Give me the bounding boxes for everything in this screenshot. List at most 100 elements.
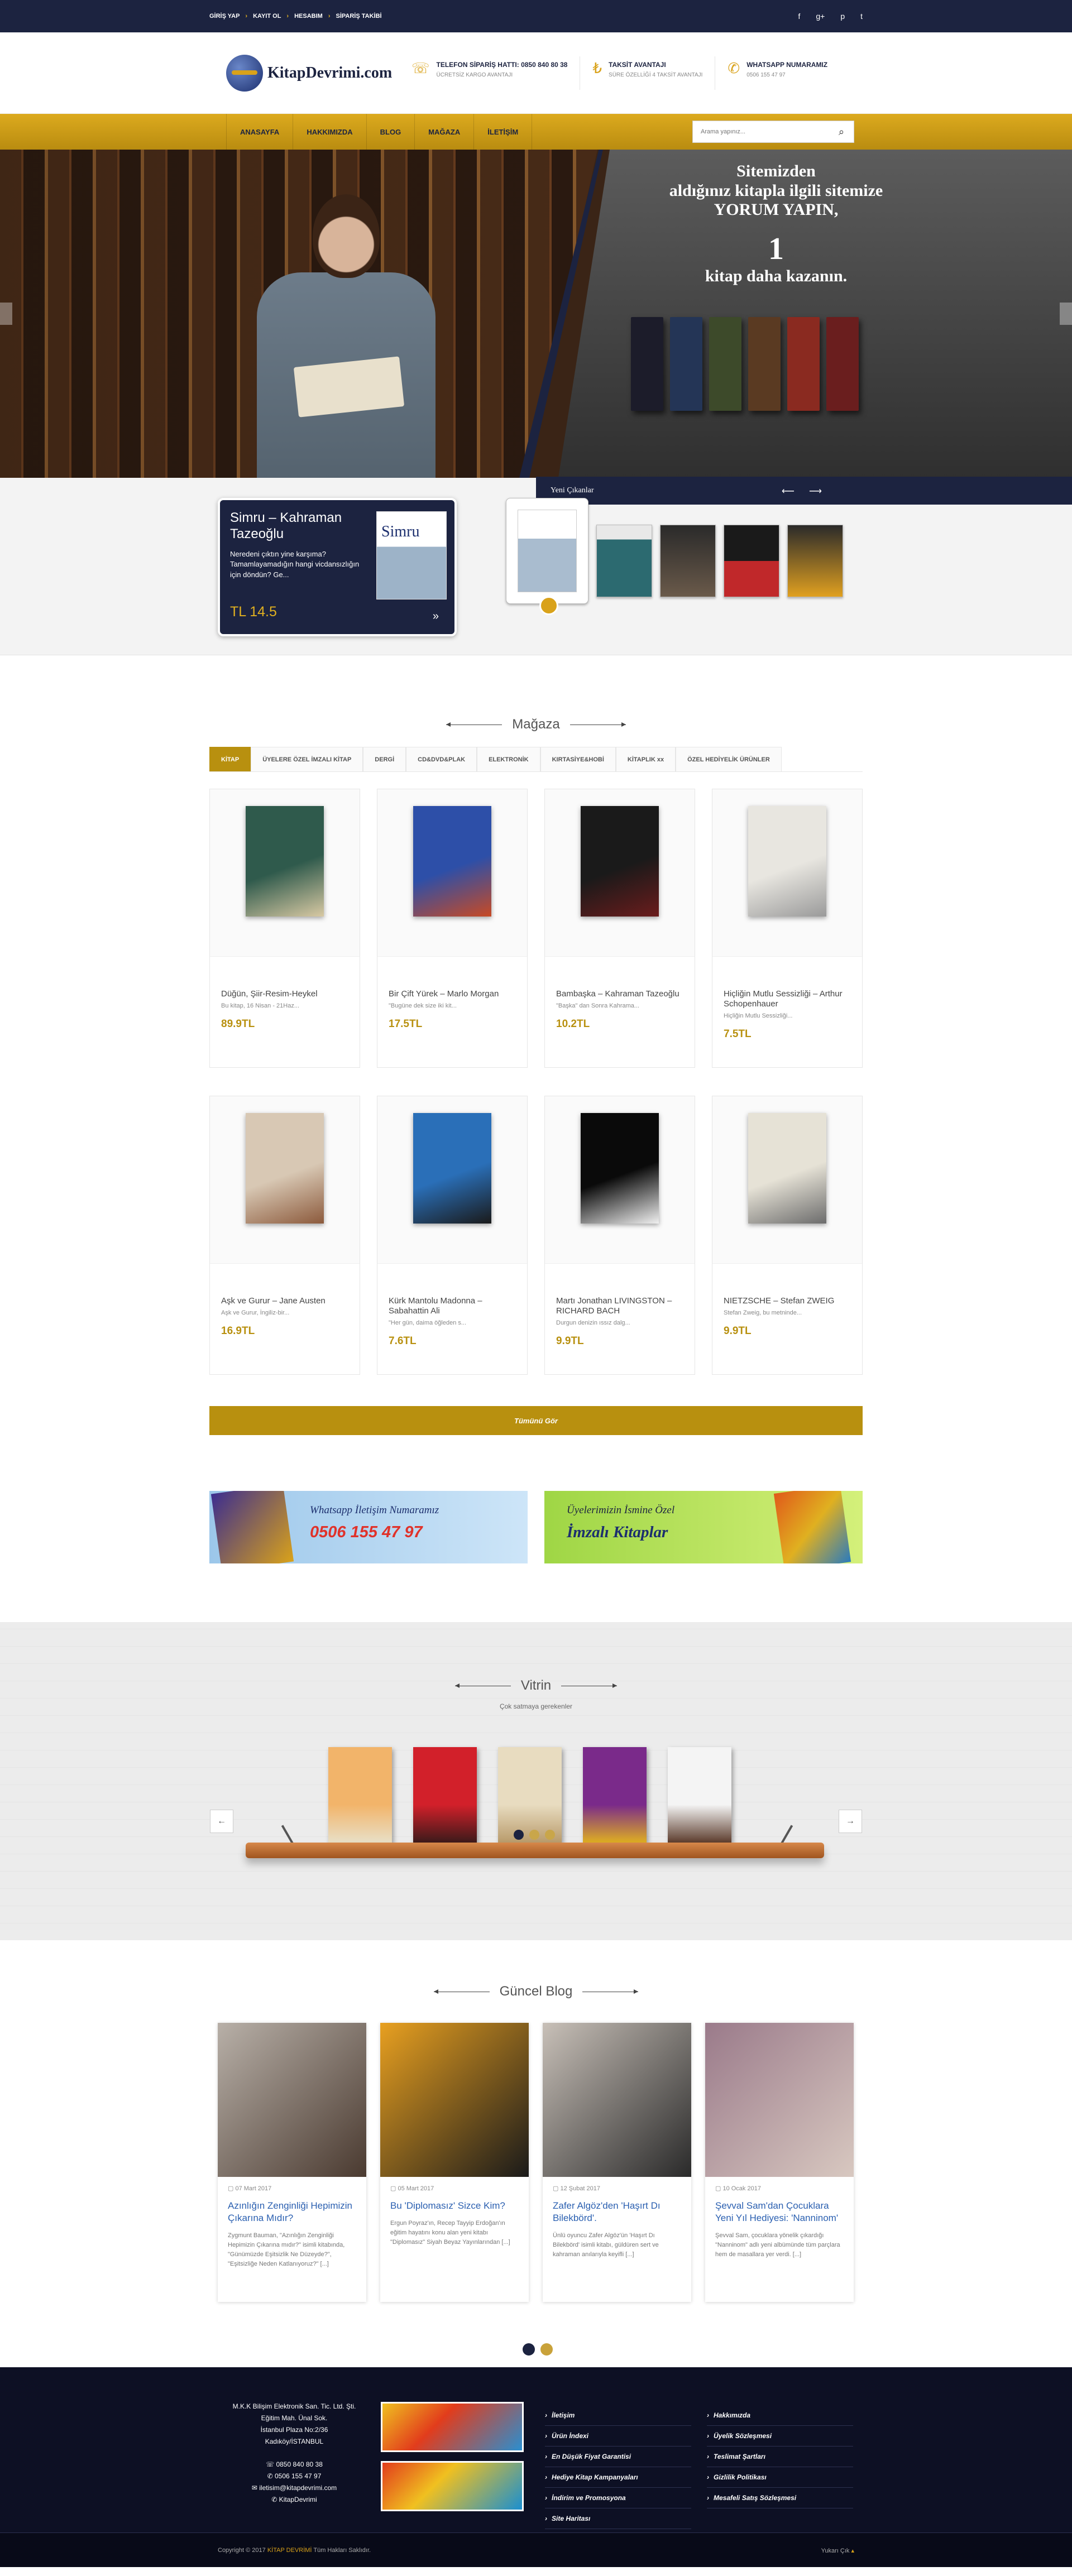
- hero-prev-arrow[interactable]: [0, 303, 12, 325]
- tab-media[interactable]: CD&DVD&PLAK: [406, 747, 477, 771]
- thumb-selected[interactable]: [506, 498, 588, 604]
- product-name[interactable]: Hiçliğin Mutlu Sessizliği – Arthur Schop…: [712, 957, 862, 1009]
- footer-ad-2[interactable]: [381, 2461, 524, 2511]
- product-card[interactable]: Bir Çift Yürek – Marlo Morgan "Bugüne dek…: [377, 789, 528, 1068]
- double-chevron-icon[interactable]: »: [433, 610, 439, 623]
- order-tracking-link[interactable]: SİPARİŞ TAKİBİ: [336, 13, 382, 20]
- nav-home[interactable]: ANASAYFA: [226, 114, 294, 150]
- twitter-icon[interactable]: t: [860, 12, 863, 21]
- footer-link[interactable]: Hediye Kitap Kampanyaları: [545, 2467, 691, 2488]
- tab-electronics[interactable]: ELEKTRONİK: [477, 747, 540, 771]
- blog-post-title[interactable]: Azınlığın Zenginliği Hepimizin Çıkarına …: [218, 2192, 366, 2224]
- dot[interactable]: [545, 1830, 555, 1840]
- blog-post-title[interactable]: Bu 'Diplomasız' Sizce Kim?: [380, 2192, 529, 2212]
- blog-post-title[interactable]: Şevval Sam'dan Çocuklara Yeni Yıl Hediye…: [705, 2192, 854, 2224]
- product-card[interactable]: Martı Jonathan LIVINGSTON – RICHARD BACH…: [544, 1096, 695, 1375]
- footer-link[interactable]: Ürün İndexi: [545, 2426, 691, 2447]
- thumb[interactable]: [660, 525, 716, 597]
- nav-store[interactable]: MAĞAZA: [415, 114, 475, 150]
- footer-link[interactable]: Üyelik Sözleşmesi: [707, 2426, 853, 2447]
- footer-link[interactable]: En Düşük Fiyat Garantisi: [545, 2447, 691, 2467]
- product-name[interactable]: Düğün, Şiir-Resim-Heykel: [210, 957, 360, 999]
- thumb[interactable]: [724, 525, 779, 597]
- footer-link[interactable]: Hakkımızda: [707, 2405, 853, 2426]
- blog-post-image[interactable]: [380, 2023, 529, 2177]
- product-card[interactable]: NIETZSCHE – Stefan ZWEIG Stefan Zweig, bu…: [712, 1096, 863, 1375]
- product-card[interactable]: Hiçliğin Mutlu Sessizliği – Arthur Schop…: [712, 789, 863, 1068]
- whatsapp-banner[interactable]: Whatsapp İletişim Numaramız 0506 155 47 …: [209, 1491, 528, 1563]
- product-image[interactable]: [545, 1096, 695, 1264]
- footer-link[interactable]: İndirim ve Promosyona: [545, 2488, 691, 2508]
- tab-signed[interactable]: ÜYELERE ÖZEL İMZALI KİTAP: [251, 747, 363, 771]
- showcase-book[interactable]: [498, 1747, 562, 1843]
- product-name[interactable]: Martı Jonathan LIVINGSTON – RICHARD BACH: [545, 1264, 695, 1316]
- showcase-book[interactable]: [413, 1747, 477, 1843]
- product-card[interactable]: Bambaşka – Kahraman Tazeoğlu "Başka" dan …: [544, 789, 695, 1068]
- product-name[interactable]: Bir Çift Yürek – Marlo Morgan: [377, 957, 527, 999]
- thumb[interactable]: [787, 525, 843, 597]
- facebook-icon[interactable]: f: [798, 12, 800, 21]
- footer-link[interactable]: Mesafeli Satış Sözleşmesi: [707, 2488, 853, 2508]
- footer-link[interactable]: Gizlilik Politikası: [707, 2467, 853, 2488]
- dot[interactable]: [529, 1830, 539, 1840]
- tab-stationery[interactable]: KIRTASİYE&HOBİ: [540, 747, 616, 771]
- scroll-top-link[interactable]: Yukarı Çık ▴: [821, 2547, 854, 2554]
- showcase-book[interactable]: [328, 1747, 392, 1843]
- site-logo[interactable]: KitapDevrimi.com: [226, 55, 399, 92]
- tab-bookshelf[interactable]: KİTAPLIK xx: [615, 747, 676, 771]
- product-name[interactable]: Kürk Mantolu Madonna – Sabahattin Ali: [377, 1264, 527, 1316]
- product-image[interactable]: [712, 1096, 862, 1264]
- nav-contact[interactable]: İLETİŞİM: [474, 114, 533, 150]
- showcase-next-arrow[interactable]: →: [839, 1810, 862, 1833]
- register-link[interactable]: KAYIT OL: [253, 13, 281, 20]
- showcase-prev-arrow[interactable]: ←: [210, 1810, 233, 1833]
- product-card[interactable]: Kürk Mantolu Madonna – Sabahattin Ali "He…: [377, 1096, 528, 1375]
- featured-book-card[interactable]: Simru – Kahraman Tazeoğlu Neredeni çıktı…: [218, 498, 457, 636]
- view-all-button[interactable]: Tümünü Gör: [209, 1406, 863, 1435]
- nav-about[interactable]: HAKKIMIZDA: [293, 114, 367, 150]
- nav-blog[interactable]: BLOG: [367, 114, 415, 150]
- product-name[interactable]: NIETZSCHE – Stefan ZWEIG: [712, 1264, 862, 1306]
- globe-icon: [226, 55, 263, 92]
- copyright-brand-link[interactable]: KİTAP DEVRİMİ: [267, 2547, 312, 2554]
- footer-link[interactable]: İletişim: [545, 2405, 691, 2426]
- tab-book[interactable]: KİTAP: [209, 747, 251, 771]
- product-image[interactable]: [377, 789, 527, 957]
- product-image[interactable]: [377, 1096, 527, 1264]
- google-plus-icon[interactable]: g+: [816, 12, 825, 21]
- tab-gifts[interactable]: ÖZEL HEDİYELİK ÜRÜNLER: [676, 747, 782, 771]
- footer-ad-1[interactable]: [381, 2402, 524, 2452]
- product-image[interactable]: [210, 789, 360, 957]
- dot[interactable]: [540, 2343, 553, 2356]
- pinterest-icon[interactable]: p: [840, 12, 845, 21]
- blog-post-title[interactable]: Zafer Algöz'den 'Haşırt Dı Bilekbörd'.: [543, 2192, 691, 2224]
- product-image[interactable]: [712, 789, 862, 957]
- signed-books-banner[interactable]: Üyelerimizin İsmine Özel İmzalı Kitaplar: [544, 1491, 863, 1563]
- product-name[interactable]: Aşk ve Gurur – Jane Austen: [210, 1264, 360, 1306]
- up-arrow-icon: ▴: [851, 2547, 854, 2554]
- dot[interactable]: [523, 2343, 535, 2356]
- my-account-link[interactable]: HESABIM: [294, 13, 323, 20]
- company-line: Kadıköy/İSTANBUL: [265, 2438, 324, 2445]
- footer-link[interactable]: Site Haritası: [545, 2508, 691, 2529]
- footer-link[interactable]: Teslimat Şartları: [707, 2447, 853, 2467]
- search-icon[interactable]: ⌕: [829, 121, 854, 142]
- next-arrow-icon[interactable]: ⟶: [809, 486, 822, 497]
- product-card[interactable]: Aşk ve Gurur – Jane Austen Aşk ve Gurur, …: [209, 1096, 360, 1375]
- blog-post-image[interactable]: [705, 2023, 854, 2177]
- product-image[interactable]: [545, 789, 695, 957]
- dot[interactable]: [514, 1830, 524, 1840]
- showcase-book[interactable]: [583, 1747, 647, 1843]
- prev-arrow-icon[interactable]: ⟵: [782, 486, 795, 497]
- product-card[interactable]: Düğün, Şiir-Resim-Heykel Bu kitap, 16 Nis…: [209, 789, 360, 1068]
- blog-post-image[interactable]: [543, 2023, 691, 2177]
- tab-magazine[interactable]: DERGİ: [363, 747, 406, 771]
- product-image[interactable]: [210, 1096, 360, 1264]
- thumb[interactable]: [596, 525, 652, 597]
- showcase-book[interactable]: [668, 1747, 731, 1843]
- blog-post-image[interactable]: [218, 2023, 366, 2177]
- login-link[interactable]: GİRİŞ YAP: [209, 13, 240, 20]
- search-input[interactable]: [693, 121, 829, 142]
- hero-next-arrow[interactable]: [1060, 303, 1072, 325]
- product-name[interactable]: Bambaşka – Kahraman Tazeoğlu: [545, 957, 695, 999]
